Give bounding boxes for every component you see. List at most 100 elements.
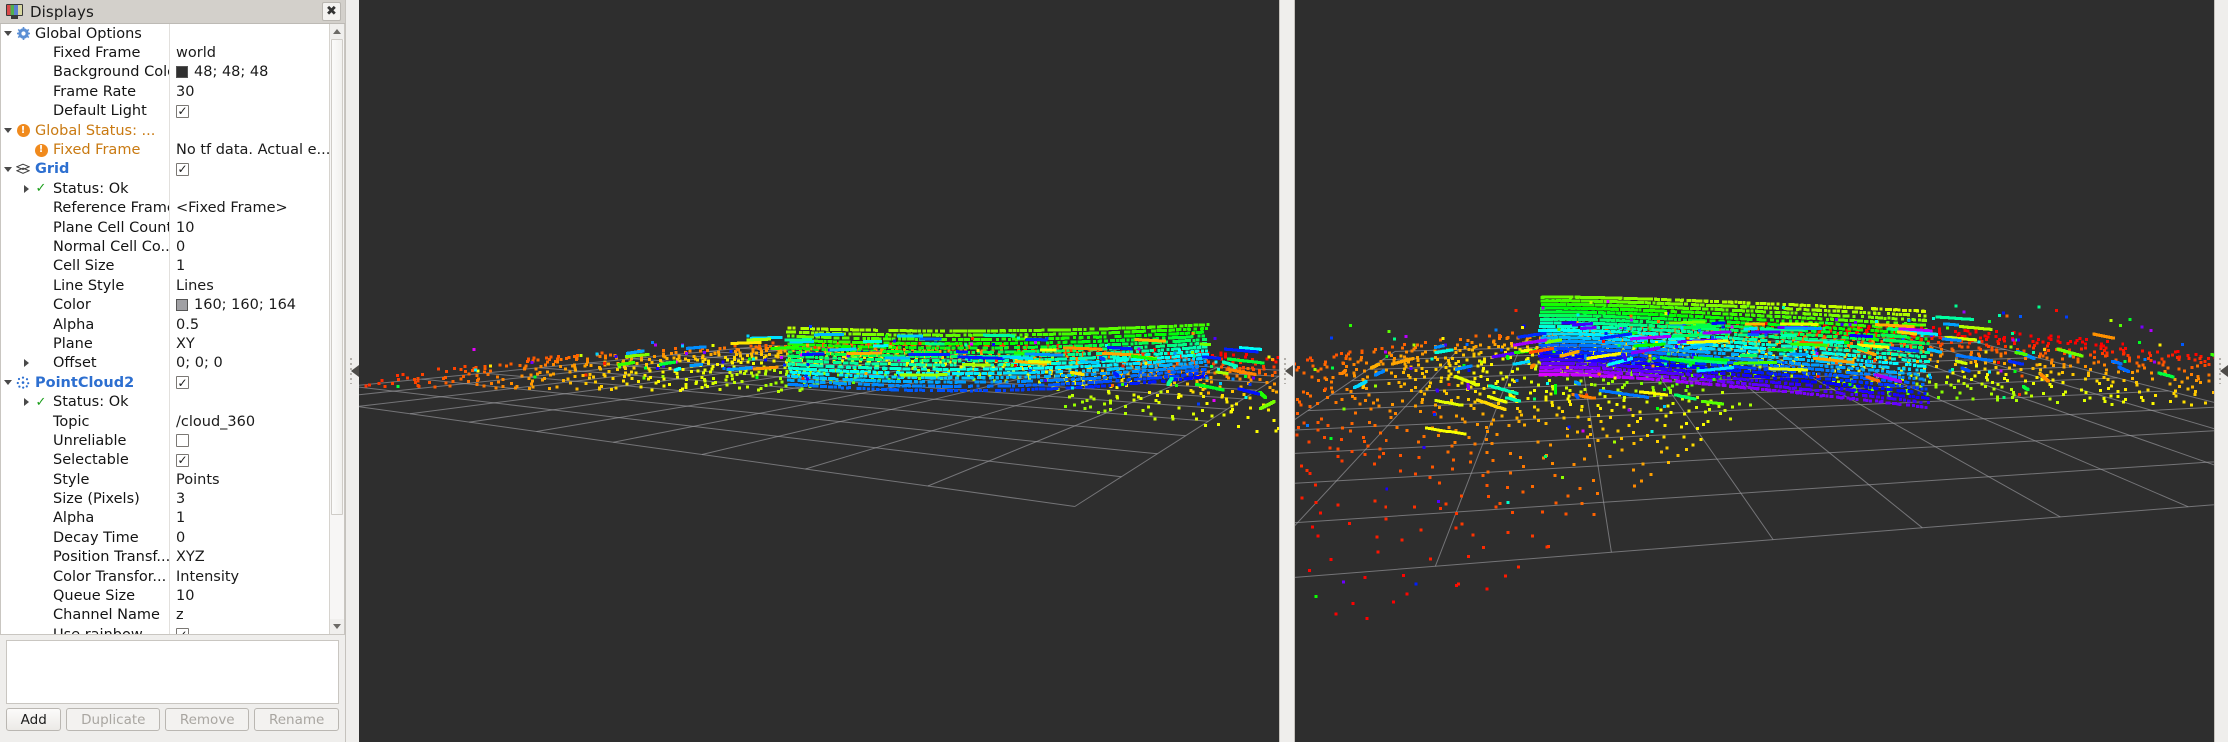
add-button[interactable]: Add <box>6 708 61 731</box>
panel-button-row: AddDuplicateRemoveRename <box>0 708 345 736</box>
property-row[interactable]: Alpha1 <box>1 509 329 528</box>
property-row[interactable]: Decay Time0 <box>1 528 329 547</box>
checkbox[interactable]: ✓ <box>176 163 189 176</box>
property-row[interactable]: Plane Cell Count10 <box>1 218 329 237</box>
property-row[interactable]: Offset0; 0; 0 <box>1 354 329 373</box>
property-value-cell[interactable]: XYZ <box>169 549 329 565</box>
property-name-cell: Cell Size <box>1 258 169 274</box>
scrollbar-thumb[interactable] <box>331 39 343 515</box>
property-value-cell[interactable]: Points <box>169 472 329 488</box>
collapse-left-arrow-icon[interactable] <box>1285 365 1293 377</box>
checkbox[interactable]: ✓ <box>176 105 189 118</box>
property-row[interactable]: Reference Frame<Fixed Frame> <box>1 199 329 218</box>
property-value-cell[interactable]: 1 <box>169 258 329 274</box>
property-value-cell[interactable]: 30 <box>169 84 329 100</box>
property-row[interactable]: Style Points <box>1 470 329 489</box>
property-value-cell[interactable]: 0; 0; 0 <box>169 355 329 371</box>
expand-collapse-triangle-icon[interactable] <box>19 398 33 406</box>
property-tree[interactable]: Global OptionsFixed FrameworldBackground… <box>1 24 329 634</box>
property-row[interactable]: !Global Status: ... <box>1 121 329 140</box>
close-icon[interactable]: ✖ <box>322 2 341 21</box>
render-view-left[interactable] <box>359 0 1279 742</box>
splitter-middle[interactable] <box>1279 0 1295 742</box>
property-row[interactable]: Alpha0.5 <box>1 315 329 334</box>
property-value-text: Points <box>176 472 220 488</box>
property-row[interactable]: Color Transfor...Intensity <box>1 567 329 586</box>
property-name-cell: Alpha <box>1 317 169 333</box>
property-row[interactable]: PointCloud2✓ <box>1 373 329 392</box>
property-value-cell[interactable]: ✓ <box>169 454 329 467</box>
scroll-down-arrow-icon[interactable] <box>330 619 344 634</box>
property-tree-scrollbar[interactable] <box>329 24 344 634</box>
property-value-cell[interactable]: <Fixed Frame> <box>169 200 329 216</box>
property-row[interactable]: Topic/cloud_360 <box>1 412 329 431</box>
property-value-text: 48; 48; 48 <box>194 64 268 80</box>
property-value-cell[interactable]: ✓ <box>169 376 329 389</box>
property-value-cell[interactable]: 10 <box>169 220 329 236</box>
property-row[interactable]: ✓Status: Ok <box>1 179 329 198</box>
property-value-cell[interactable]: 160; 160; 164 <box>169 297 329 313</box>
splitter-right[interactable] <box>2214 0 2228 742</box>
render-view-right[interactable] <box>1295 0 2215 742</box>
property-row[interactable]: Selectable✓ <box>1 451 329 470</box>
property-row[interactable]: Cell Size1 <box>1 257 329 276</box>
checkbox[interactable] <box>176 434 189 447</box>
property-label: Use rainbow <box>53 627 143 634</box>
scrollbar-track[interactable] <box>330 39 344 619</box>
expand-collapse-triangle-icon[interactable] <box>19 185 33 193</box>
expand-collapse-triangle-icon[interactable] <box>1 128 15 133</box>
property-name-cell: Style <box>1 472 169 488</box>
property-row[interactable]: Frame Rate30 <box>1 82 329 101</box>
property-row[interactable]: Global Options <box>1 24 329 43</box>
property-row[interactable]: ✓Status: Ok <box>1 392 329 411</box>
property-value-cell[interactable]: Intensity <box>169 569 329 585</box>
property-name-cell: Queue Size <box>1 588 169 604</box>
expand-collapse-triangle-icon[interactable] <box>1 167 15 172</box>
property-row[interactable]: Background Color48; 48; 48 <box>1 63 329 82</box>
property-value-cell[interactable]: 0 <box>169 530 329 546</box>
property-row[interactable]: Normal Cell Co...0 <box>1 237 329 256</box>
property-value-cell[interactable]: 10 <box>169 588 329 604</box>
color-swatch[interactable] <box>176 66 188 78</box>
property-value-cell[interactable]: ✓ <box>169 628 329 634</box>
property-value-cell[interactable]: world <box>169 45 329 61</box>
property-value-cell[interactable]: z <box>169 607 329 623</box>
checkbox[interactable]: ✓ <box>176 454 189 467</box>
property-row[interactable]: Use rainbow ✓ <box>1 625 329 634</box>
property-value-cell[interactable]: XY <box>169 336 329 352</box>
expand-collapse-triangle-icon[interactable] <box>1 380 15 385</box>
property-row[interactable]: !Fixed FrameNo tf data. Actual e... <box>1 140 329 159</box>
property-value-cell[interactable]: 1 <box>169 510 329 526</box>
property-value-cell[interactable]: 3 <box>169 491 329 507</box>
expand-collapse-triangle-icon[interactable] <box>1 31 15 36</box>
property-row[interactable]: Grid✓ <box>1 160 329 179</box>
property-value-cell[interactable]: ✓ <box>169 163 329 176</box>
property-row[interactable]: Position Transf...XYZ <box>1 548 329 567</box>
property-row[interactable]: Default Light✓ <box>1 102 329 121</box>
property-value-text: 0 <box>176 530 185 546</box>
property-row[interactable]: Size (Pixels)3 <box>1 489 329 508</box>
property-value-cell[interactable]: 0.5 <box>169 317 329 333</box>
scroll-up-arrow-icon[interactable] <box>330 24 344 39</box>
property-rows: Global OptionsFixed FrameworldBackground… <box>1 24 329 634</box>
checkbox[interactable]: ✓ <box>176 628 189 634</box>
property-value-cell[interactable]: 0 <box>169 239 329 255</box>
property-row[interactable]: PlaneXY <box>1 334 329 353</box>
property-row[interactable]: Line StyleLines <box>1 276 329 295</box>
property-row[interactable]: Color160; 160; 164 <box>1 295 329 314</box>
property-icon <box>15 163 31 175</box>
property-value-cell[interactable]: No tf data. Actual e... <box>169 142 329 158</box>
property-row[interactable]: Channel Namez <box>1 606 329 625</box>
property-row[interactable]: Unreliable <box>1 431 329 450</box>
property-value-cell[interactable]: 48; 48; 48 <box>169 64 329 80</box>
property-value-cell[interactable]: ✓ <box>169 105 329 118</box>
color-swatch[interactable] <box>176 299 188 311</box>
property-value-cell[interactable]: Lines <box>169 278 329 294</box>
property-row[interactable]: Queue Size10 <box>1 586 329 605</box>
property-value-cell[interactable]: /cloud_360 <box>169 414 329 430</box>
property-row[interactable]: Fixed Frameworld <box>1 43 329 62</box>
checkbox[interactable]: ✓ <box>176 376 189 389</box>
expand-collapse-triangle-icon[interactable] <box>19 359 33 367</box>
splitter-left[interactable] <box>345 0 359 742</box>
property-value-cell[interactable] <box>169 434 329 447</box>
